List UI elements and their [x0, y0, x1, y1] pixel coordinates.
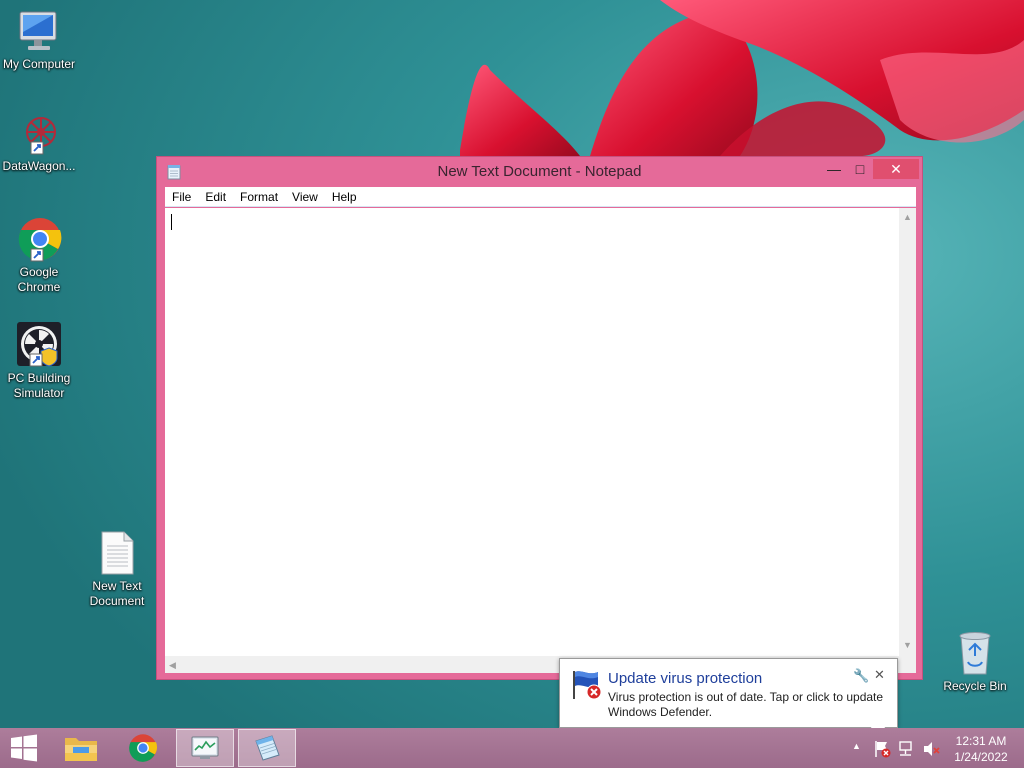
computer-icon: [19, 11, 57, 50]
menu-help[interactable]: Help: [325, 187, 364, 207]
minimize-button[interactable]: —: [821, 159, 847, 179]
desktop-icon-label: New Text Document: [89, 579, 145, 608]
notification-message: Virus protection is out of date. Tap or …: [608, 690, 884, 719]
maximize-icon: □: [855, 161, 865, 177]
notification-balloon[interactable]: Update virus protection Virus protection…: [559, 658, 898, 728]
resize-grip[interactable]: [899, 656, 916, 673]
taskbar-task-manager[interactable]: [176, 729, 234, 767]
minimize-icon: —: [827, 161, 841, 177]
clock-date: 1/24/2022: [954, 750, 1008, 764]
text-caret: [171, 214, 172, 230]
window-title: New Text Document - Notepad: [437, 163, 642, 180]
desktop-icon-google-chrome[interactable]: Google Chrome: [0, 216, 79, 295]
desktop-icon-label: DataWagon...: [2, 159, 76, 173]
taskbar-file-explorer[interactable]: [52, 729, 110, 767]
desktop-icon-label: PC Building Simulator: [7, 371, 71, 400]
clock-time: 12:31 AM: [955, 734, 1007, 748]
notepad-icon: [255, 735, 280, 761]
pc-building-simulator-icon: [17, 322, 61, 367]
desktop-icon-label: My Computer: [2, 57, 76, 71]
desktop-icon-new-text-document[interactable]: New Text Document: [77, 530, 157, 609]
close-icon: ✕: [890, 161, 902, 177]
notification-close-icon[interactable]: ✕: [874, 667, 885, 683]
desktop-icon-datawagon[interactable]: DataWagon...: [0, 112, 79, 174]
datawagon-icon: [26, 117, 56, 155]
taskbar-chrome[interactable]: [114, 729, 172, 767]
desktop-icon-my-computer[interactable]: My Computer: [0, 10, 79, 72]
notepad-titlebar[interactable]: New Text Document - Notepad — □ ✕: [157, 157, 922, 187]
desktop-icon-recycle-bin[interactable]: Recycle Bin: [935, 630, 1015, 694]
menu-view[interactable]: View: [285, 187, 325, 207]
menu-edit[interactable]: Edit: [198, 187, 233, 207]
maximize-button[interactable]: □: [847, 159, 873, 179]
vertical-scrollbar[interactable]: ▲ ▼: [899, 208, 916, 656]
action-center-flag-icon[interactable]: [873, 740, 891, 758]
scroll-down-icon[interactable]: ▼: [903, 640, 912, 650]
text-editor-area[interactable]: ▲ ▼ ◀ ▶: [165, 208, 916, 673]
taskbar: ▲ 12:31 AM 1/24/2022: [0, 728, 1024, 768]
close-button[interactable]: ✕: [873, 159, 919, 179]
show-hidden-icons[interactable]: ▲: [852, 741, 861, 751]
recycle-bin-icon: [959, 632, 991, 675]
wrench-icon[interactable]: 🔧: [853, 668, 869, 684]
menu-bar: File Edit Format View Help: [165, 187, 916, 207]
text-document-icon: [101, 531, 134, 575]
file-explorer-icon: [65, 738, 97, 761]
scroll-up-icon[interactable]: ▲: [903, 212, 912, 222]
volume-muted-icon[interactable]: [922, 740, 940, 758]
notepad-window[interactable]: New Text Document - Notepad — □ ✕ File Ed…: [156, 156, 923, 680]
start-icon: [11, 734, 37, 762]
menu-format[interactable]: Format: [233, 187, 285, 207]
system-clock[interactable]: 12:31 AM 1/24/2022: [948, 733, 1014, 765]
notification-title: Update virus protection: [608, 670, 763, 687]
task-manager-icon: [191, 736, 219, 759]
desktop-icon-label: Google Chrome: [17, 265, 61, 294]
security-flag-icon: [573, 671, 602, 700]
desktop-icon-label: Recycle Bin: [943, 679, 1007, 693]
chrome-icon: [18, 218, 62, 262]
desktop-icon-pc-building-simulator[interactable]: PC Building Simulator: [0, 320, 79, 401]
start-button[interactable]: [0, 729, 48, 767]
taskbar-notepad[interactable]: [238, 729, 296, 767]
menu-file[interactable]: File: [165, 187, 198, 207]
scroll-left-icon[interactable]: ◀: [169, 660, 176, 670]
network-icon[interactable]: [898, 740, 916, 758]
chrome-icon: [129, 734, 157, 762]
